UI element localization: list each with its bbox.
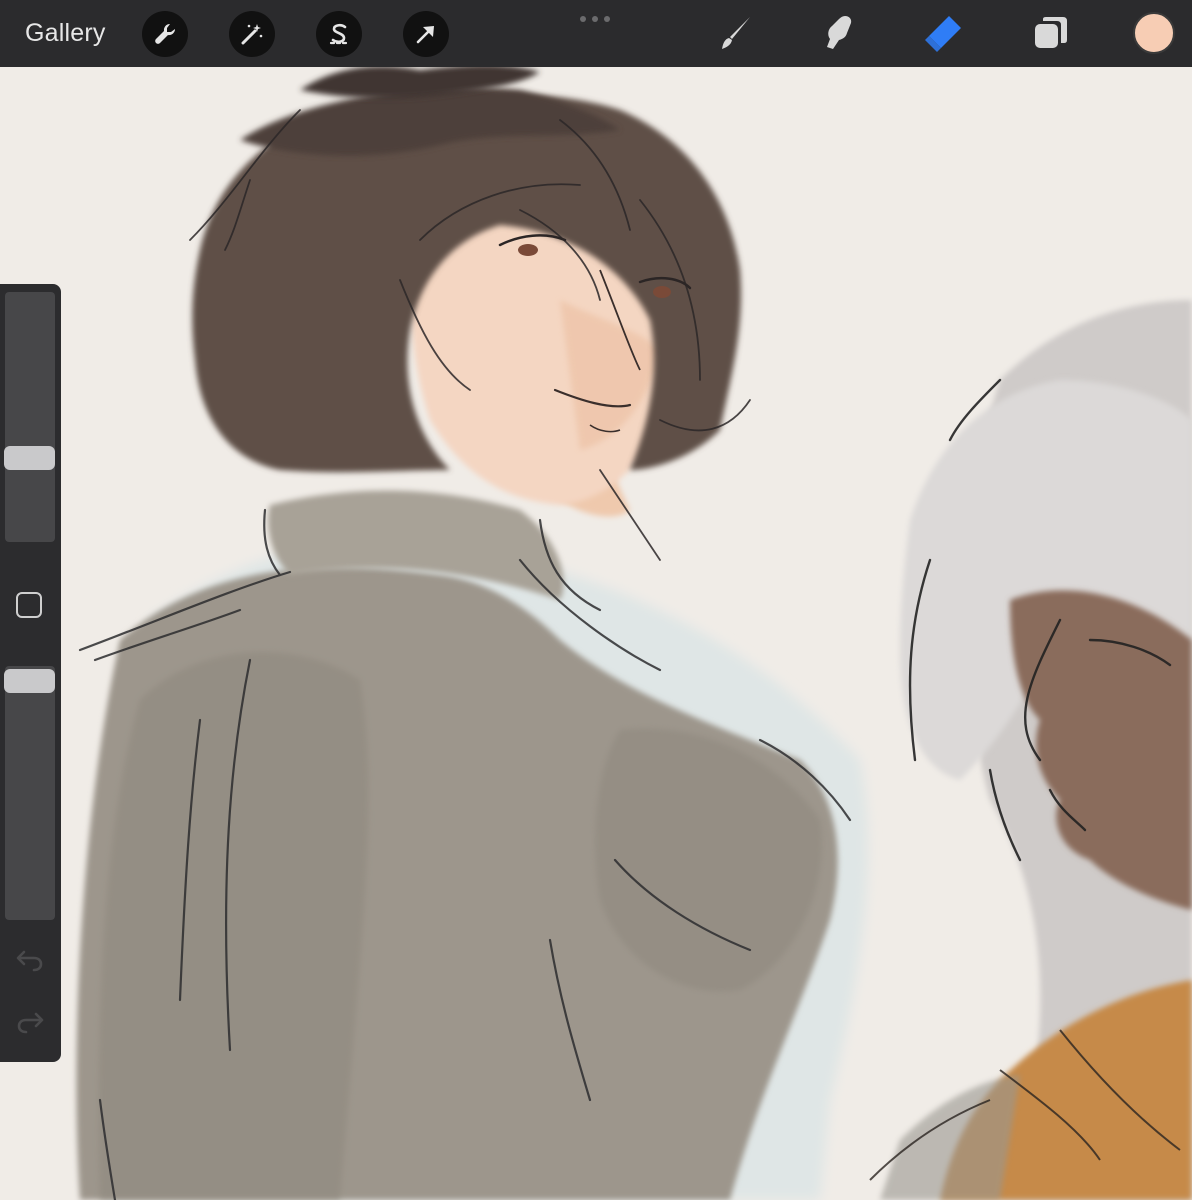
more-options-dots-icon[interactable] xyxy=(578,14,612,24)
modify-square-icon[interactable] xyxy=(16,592,42,618)
opacity-slider-thumb[interactable] xyxy=(4,669,55,693)
brush-size-slider-thumb[interactable] xyxy=(4,446,55,470)
drawing-canvas[interactable] xyxy=(0,0,1192,1200)
transform-arrow-icon[interactable] xyxy=(403,11,449,57)
brush-icon[interactable] xyxy=(715,12,757,54)
eraser-icon[interactable] xyxy=(923,12,965,54)
actions-wrench-icon[interactable] xyxy=(142,11,188,57)
adjustments-magic-wand-icon[interactable] xyxy=(229,11,275,57)
gallery-button[interactable]: Gallery xyxy=(25,19,106,48)
color-picker-swatch[interactable] xyxy=(1133,12,1175,54)
undo-icon[interactable] xyxy=(14,946,46,974)
smudge-icon[interactable] xyxy=(818,12,860,54)
selection-s-icon[interactable] xyxy=(316,11,362,57)
left-sidebar xyxy=(0,284,61,1062)
top-toolbar: Gallery xyxy=(0,0,1192,67)
redo-icon[interactable] xyxy=(14,1008,46,1036)
opacity-slider[interactable] xyxy=(5,666,55,920)
layers-icon[interactable] xyxy=(1030,12,1072,54)
brush-size-slider[interactable] xyxy=(5,292,55,542)
